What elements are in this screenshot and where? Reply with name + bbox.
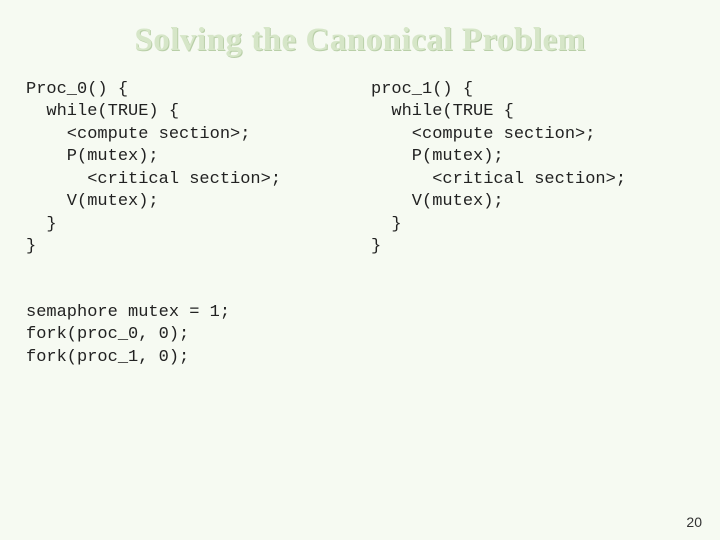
code-columns: Proc_0() { while(TRUE) { <compute sectio… bbox=[0, 59, 720, 259]
proc1-code: proc_1() { while(TRUE { <compute section… bbox=[371, 79, 694, 259]
slide: Solving the Canonical Problem Proc_0() {… bbox=[0, 0, 720, 540]
setup-code: semaphore mutex = 1; fork(proc_0, 0); fo… bbox=[26, 302, 230, 369]
slide-title: Solving the Canonical Problem bbox=[0, 0, 720, 59]
page-number: 20 bbox=[686, 514, 702, 530]
proc0-code: Proc_0() { while(TRUE) { <compute sectio… bbox=[26, 79, 371, 259]
